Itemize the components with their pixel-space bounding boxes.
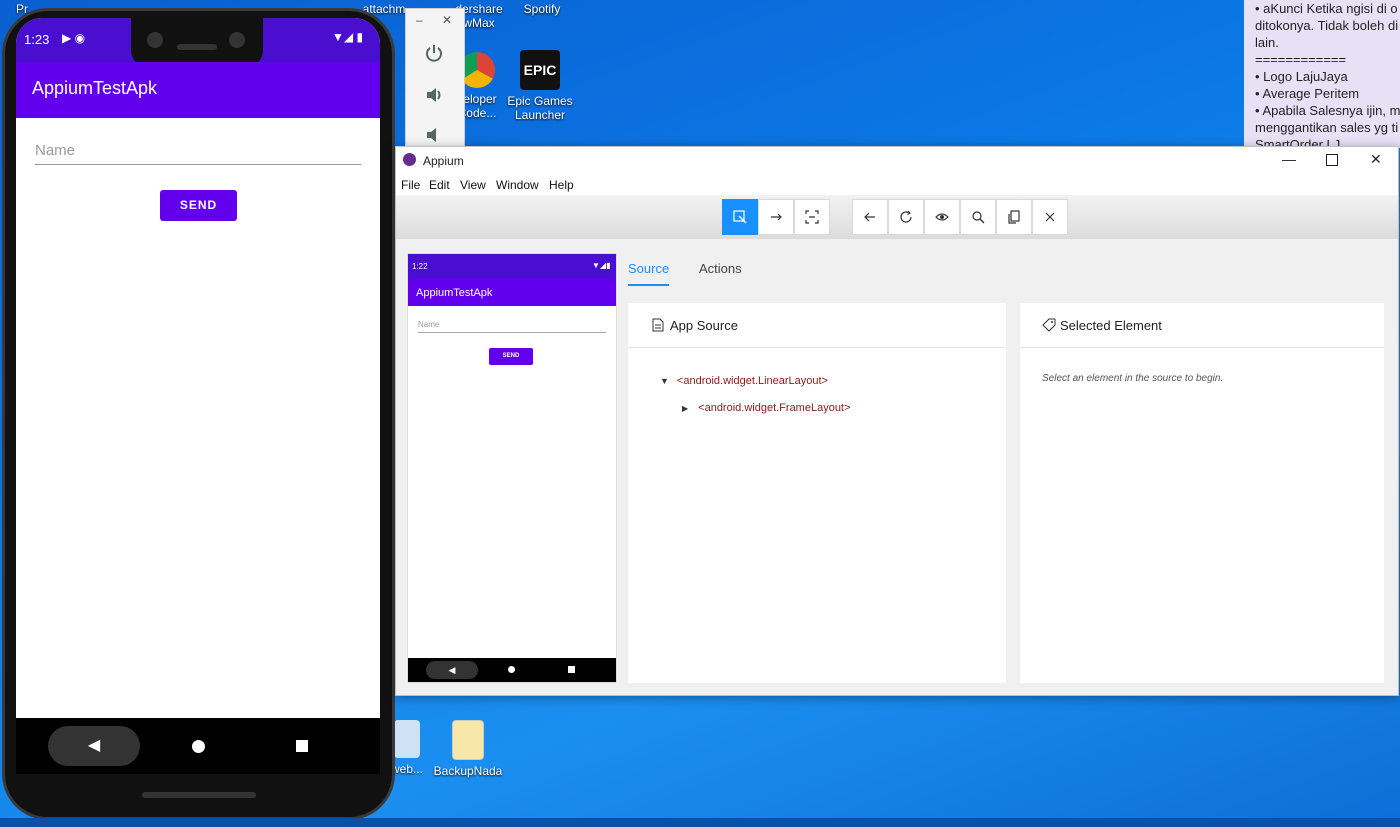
select-elements-button[interactable] [722, 199, 758, 235]
caret-down-icon[interactable]: ▼ [660, 376, 669, 386]
tree-node[interactable]: ▶ <android.widget.FrameLayout> [682, 402, 850, 414]
window-title: Appium [423, 154, 464, 168]
menu-view[interactable]: View [460, 178, 486, 192]
taskbar-partial [0, 818, 1400, 827]
selected-element-panel: Selected Element Select an element in th… [1020, 303, 1384, 683]
desktop-icon-label: web... [390, 762, 423, 776]
show-hidden-button[interactable] [924, 199, 960, 235]
menu-file[interactable]: File [401, 178, 420, 192]
desktop-icon-backupnada[interactable]: BackupNada [432, 720, 504, 778]
tab-actions[interactable]: Actions [699, 261, 742, 276]
appium-logo-icon [403, 153, 416, 166]
volume-down-icon[interactable] [424, 125, 444, 145]
copy-icon [1008, 210, 1020, 224]
mini-name-input[interactable]: Name [418, 320, 606, 333]
name-input[interactable]: Name [35, 142, 361, 165]
power-icon[interactable] [424, 43, 444, 63]
send-button[interactable]: SEND [160, 190, 237, 221]
back-nav-button[interactable]: ◀ [48, 726, 140, 766]
signal-icons: ▼◢ ▮ [332, 30, 364, 44]
refresh-icon [900, 210, 912, 223]
swipe-button[interactable] [758, 199, 794, 235]
mini-status-bar: 1:22 ▼◢▮ [408, 254, 616, 278]
desktop-icon-epic-games[interactable]: EPIC Epic Games Launcher [504, 50, 576, 122]
tap-icon [805, 210, 819, 224]
window-close-button[interactable]: ✕ [1370, 151, 1382, 168]
name-input-placeholder: Name [35, 142, 76, 159]
selected-element-title: Selected Element [1060, 317, 1162, 333]
mini-recents-icon[interactable] [568, 666, 575, 673]
status-icons: ▶ ◉ [62, 31, 86, 45]
mini-send-button[interactable]: SEND [489, 348, 533, 365]
tree-node-label: <android.widget.LinearLayout> [676, 375, 828, 387]
speaker-grille [177, 44, 217, 50]
app-source-panel: App Source ▼ <android.widget.LinearLayout… [628, 303, 1006, 683]
close-icon[interactable]: ✕ [442, 13, 452, 27]
mini-app-bar: AppiumTestApk [408, 278, 616, 306]
desktop-icon-label: Epic Games Launcher [507, 94, 573, 122]
menu-help[interactable]: Help [549, 178, 574, 192]
file-icon [652, 318, 664, 332]
mini-back-icon[interactable]: ◀ [426, 661, 478, 679]
minimize-icon[interactable]: – [416, 13, 423, 27]
window-maximize-button[interactable] [1326, 154, 1338, 166]
phone-screen: 1:23 ▶ ◉ ▼◢ ▮ AppiumTestApk Name SEND [16, 18, 380, 718]
camera-notch [131, 18, 263, 68]
desktop-icon-label: BackupNada [433, 764, 503, 778]
copy-xml-button[interactable] [996, 199, 1032, 235]
title-bar: Appium — ✕ [396, 147, 1398, 173]
tree-node-label: <android.widget.FrameLayout> [698, 402, 851, 414]
phone-chin [142, 792, 256, 798]
app-source-title: App Source [670, 317, 738, 333]
quit-session-button[interactable] [1032, 199, 1068, 235]
tag-icon [1042, 318, 1056, 332]
menu-bar: File Edit View Window Help [396, 173, 1398, 193]
mini-signal-icons: ▼◢▮ [592, 261, 611, 270]
selected-element-hint: Select an element in the source to begin… [1042, 373, 1224, 384]
emulator-side-panel: – ✕ [405, 8, 465, 150]
camera-icon [147, 32, 163, 48]
toolbar [396, 195, 1398, 239]
swipe-icon [771, 213, 782, 221]
tree-node[interactable]: ▼ <android.widget.LinearLayout> [660, 375, 828, 387]
refresh-button[interactable] [888, 199, 924, 235]
menu-edit[interactable]: Edit [429, 178, 450, 192]
app-bar: AppiumTestApk [16, 62, 380, 118]
mini-nav-bar: ◀ [408, 658, 616, 682]
camera-icon [229, 32, 245, 48]
mini-home-icon[interactable] [508, 666, 515, 673]
window-minimize-button[interactable]: — [1282, 151, 1296, 167]
back-button[interactable] [852, 199, 888, 235]
inspector-content: 1:22 ▼◢▮ AppiumTestApk Name SEND ◀ Sourc… [396, 239, 1398, 695]
recents-nav-button[interactable] [296, 740, 308, 752]
mini-status-time: 1:22 [412, 262, 428, 271]
notepad-icon [394, 720, 420, 758]
phone-nav-bar: ◀ [16, 718, 380, 774]
mini-app-title: AppiumTestApk [416, 287, 493, 299]
search-icon [972, 211, 985, 224]
sticky-note[interactable]: • aKunci Ketika ngisi di o ditokonya. Ti… [1244, 0, 1400, 148]
back-icon [864, 212, 875, 222]
caret-right-icon[interactable]: ▶ [682, 404, 688, 413]
desktop-icon-spotify[interactable]: Spotify [506, 2, 578, 16]
status-time: 1:23 [24, 32, 50, 47]
device-screenshot[interactable]: 1:22 ▼◢▮ AppiumTestApk Name SEND ◀ [407, 253, 617, 683]
select-elements-icon [733, 210, 747, 224]
volume-up-icon[interactable] [424, 85, 444, 105]
close-icon [1045, 212, 1055, 222]
tap-button[interactable] [794, 199, 830, 235]
search-button[interactable] [960, 199, 996, 235]
menu-window[interactable]: Window [496, 178, 539, 192]
selected-element-header: Selected Element [1020, 303, 1384, 348]
eye-icon [935, 213, 949, 221]
file-icon [452, 720, 484, 760]
app-title: AppiumTestApk [32, 78, 158, 98]
appium-window: Appium — ✕ File Edit View Window Help 1:… [395, 146, 1399, 696]
tab-source[interactable]: Source [628, 261, 670, 286]
home-nav-button[interactable] [192, 740, 205, 753]
app-source-header: App Source [628, 303, 1006, 348]
epic-games-icon: EPIC [520, 50, 560, 90]
